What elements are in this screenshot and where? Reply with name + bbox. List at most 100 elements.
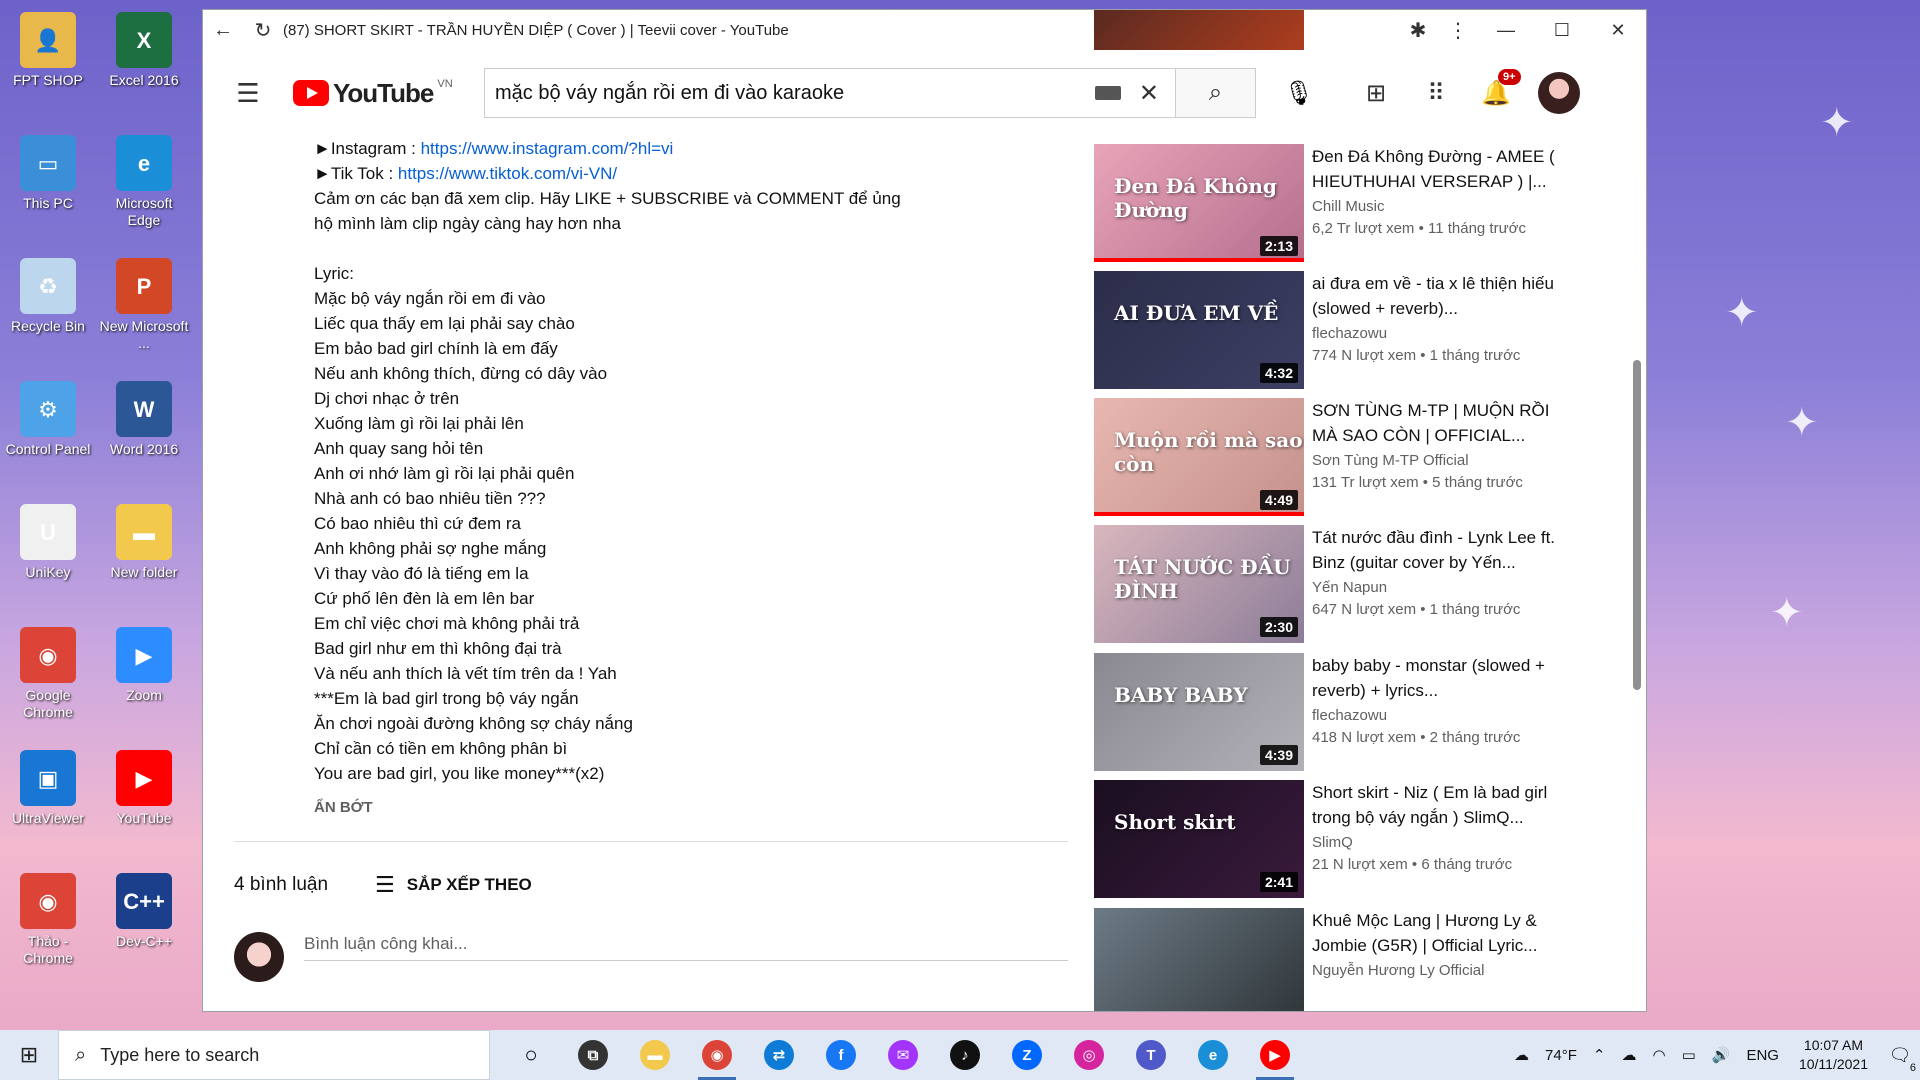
show-less-button[interactable]: ẨN BỚT — [314, 799, 373, 816]
desktop-icon[interactable]: ▬ New folder — [98, 504, 190, 581]
comment-input[interactable]: Bình luận công khai... — [304, 934, 1068, 961]
desktop-icon-label: FPT SHOP — [13, 72, 83, 88]
recommendation-item[interactable]: Khuê Mộc Lang | Hương Ly & Jombie (G5R) … — [1094, 908, 1564, 1011]
video-thumbnail[interactable]: TÁT NƯỚC ĐẦU ĐÌNH 2:30 — [1094, 525, 1304, 643]
lyric-line: Ăn chơi ngoài đường không sợ cháy nắng — [314, 714, 633, 733]
wifi-icon[interactable]: ◠ — [1652, 1046, 1665, 1064]
video-title[interactable]: Tát nước đầu đình - Lynk Lee ft. Binz (g… — [1312, 525, 1567, 575]
teams-taskbar-icon[interactable]: T — [1120, 1030, 1182, 1080]
instagram-link[interactable]: https://www.instagram.com/?hl=vi — [421, 139, 674, 158]
zalo-taskbar-icon[interactable]: Z — [996, 1030, 1058, 1080]
video-title[interactable]: Short skirt - Niz ( Em là bad girl trong… — [1312, 780, 1567, 830]
video-thumbnail[interactable]: Muộn rồi mà sao còn 4:49 — [1094, 398, 1304, 516]
cortana-icon[interactable]: ○ — [500, 1030, 562, 1080]
onedrive-icon[interactable]: ☁ — [1621, 1046, 1636, 1064]
teamviewer-taskbar-icon[interactable]: ⇄ — [748, 1030, 810, 1080]
recommendation-item[interactable]: Short skirt 2:41 Short skirt - Niz ( Em là… — [1094, 780, 1564, 900]
close-button[interactable]: ✕ — [1590, 10, 1646, 50]
search-query[interactable]: mặc bộ váy ngắn rồi em đi vào karaoke — [495, 82, 1095, 105]
video-thumbnail[interactable]: Short skirt 2:41 — [1094, 780, 1304, 898]
microphone-icon[interactable]: 🎙 — [1274, 68, 1324, 118]
scrollbar[interactable] — [1633, 360, 1641, 690]
recommendation-item[interactable]: Muộn rồi mà sao còn 4:49 SƠN TÙNG M-TP | M… — [1094, 398, 1564, 518]
notification-center-icon[interactable]: 🗨 6 — [1880, 1030, 1920, 1080]
video-meta: 131 Tr lượt xem • 5 tháng trước — [1312, 474, 1523, 491]
tiktok-taskbar-icon[interactable]: ♪ — [934, 1030, 996, 1080]
desktop-icon[interactable]: ♻ Recycle Bin — [2, 258, 94, 335]
facebook-taskbar-icon[interactable]: f — [810, 1030, 872, 1080]
video-title[interactable]: Đen Đá Không Đường - AMEE ( HIEUTHUHAI V… — [1312, 144, 1567, 194]
video-title[interactable]: ai đưa em về - tia x lê thiện hiếu (slow… — [1312, 271, 1567, 321]
task-view-taskbar-icon[interactable]: ⧉ — [562, 1030, 624, 1080]
desktop-icon[interactable]: 👤 FPT SHOP — [2, 12, 94, 89]
keyboard-icon[interactable] — [1094, 86, 1121, 100]
clock[interactable]: 10:07 AM 10/11/2021 — [1799, 1036, 1868, 1074]
zalo-icon: Z — [1012, 1040, 1042, 1070]
windows-start-icon[interactable]: ⊞ — [0, 1030, 58, 1080]
instagram-taskbar-icon[interactable]: ◎ — [1058, 1030, 1120, 1080]
channel-name[interactable]: flechazowu — [1312, 707, 1387, 724]
create-video-icon[interactable]: ⊞ — [1346, 79, 1406, 108]
video-title[interactable]: baby baby - monstar (slowed + reverb) + … — [1312, 653, 1567, 703]
star-decoration: ✦ — [1820, 101, 1854, 145]
video-title[interactable]: SƠN TÙNG M-TP | MUỘN RỒI MÀ SAO CÒN | OF… — [1312, 398, 1567, 448]
desktop-icon[interactable]: P New Microsoft ... — [98, 258, 190, 352]
recommendation-item[interactable]: TÁT NƯỚC ĐẦU ĐÌNH 2:30 Tát nước đầu đình -… — [1094, 525, 1564, 645]
desktop-icon[interactable]: ▭ This PC — [2, 135, 94, 212]
channel-name[interactable]: Sơn Tùng M-TP Official — [1312, 452, 1469, 469]
reload-icon[interactable]: ↻ — [243, 10, 283, 50]
tiktok-link[interactable]: https://www.tiktok.com/vi-VN/ — [398, 164, 617, 183]
desktop-icon[interactable]: ◉ Thảo - Chrome — [2, 873, 94, 967]
desktop-icon[interactable]: ▣ UltraViewer — [2, 750, 94, 827]
sort-by-button[interactable]: ☰ SẮP XẾP THEO — [375, 872, 532, 898]
apps-grid-icon[interactable]: ⠿ — [1406, 79, 1466, 108]
video-thumbnail[interactable]: BABY BABY 4:39 — [1094, 653, 1304, 771]
taskbar-search[interactable]: ⌕ Type here to search — [58, 1030, 490, 1080]
file-explorer-taskbar-icon[interactable]: ▬ — [624, 1030, 686, 1080]
hamburger-menu-icon[interactable]: ☰ — [223, 78, 273, 109]
desktop-icon[interactable]: ▶ YouTube — [98, 750, 190, 827]
notifications-bell-icon[interactable]: 🔔 9+ — [1466, 68, 1526, 108]
messenger-taskbar-icon[interactable]: ✉ — [872, 1030, 934, 1080]
edge-taskbar-icon[interactable]: e — [1182, 1030, 1244, 1080]
recommendation-item[interactable]: AI ĐƯA EM VỀ 4:32 ai đưa em về - tia x lê … — [1094, 271, 1564, 391]
desktop-icon[interactable]: U UniKey — [2, 504, 94, 581]
desktop-icon[interactable]: W Word 2016 — [98, 381, 190, 458]
volume-icon[interactable]: 🔊 — [1712, 1046, 1731, 1064]
devcpp-icon: C++ — [116, 873, 172, 929]
desktop-icon[interactable]: ▶ Zoom — [98, 627, 190, 704]
lyric-line: Vì thay vào đó là tiếng em la — [314, 564, 529, 583]
desktop-icon-label: Control Panel — [5, 441, 91, 457]
video-thumbnail[interactable] — [1094, 908, 1304, 1011]
video-title[interactable]: Khuê Mộc Lang | Hương Ly & Jombie (G5R) … — [1312, 908, 1567, 958]
recommendation-item[interactable]: Đen Đá Không Đường 2:13 Đen Đá Không Đường… — [1094, 144, 1564, 264]
chevron-up-icon[interactable]: ⌃ — [1593, 1046, 1606, 1064]
youtube-taskbar-icon[interactable]: ▶ — [1244, 1030, 1306, 1080]
desktop-icon[interactable]: e Microsoft Edge — [98, 135, 190, 229]
desktop-icon[interactable]: C++ Dev-C++ — [98, 873, 190, 950]
recommendation-item[interactable]: BABY BABY 4:39 baby baby - monstar (slowed… — [1094, 653, 1564, 773]
chrome-taskbar-icon[interactable]: ◉ — [686, 1030, 748, 1080]
weather-temp[interactable]: 74°F — [1545, 1047, 1577, 1064]
clear-search-icon[interactable]: ✕ — [1139, 79, 1159, 108]
file-explorer-icon: ▬ — [640, 1040, 670, 1070]
desktop-icon[interactable]: ⚙ Control Panel — [2, 381, 94, 458]
channel-name[interactable]: Yến Napun — [1312, 579, 1387, 596]
battery-icon[interactable]: ▭ — [1682, 1046, 1696, 1064]
channel-name[interactable]: Chill Music — [1312, 198, 1385, 215]
search-input[interactable]: mặc bộ váy ngắn rồi em đi vào karaoke ✕ — [484, 68, 1176, 118]
channel-name[interactable]: SlimQ — [1312, 834, 1353, 851]
desktop-icon[interactable]: X Excel 2016 — [98, 12, 190, 89]
lyric-line: Mặc bộ váy ngắn rồi em đi vào — [314, 289, 546, 308]
video-thumbnail[interactable]: Đen Đá Không Đường 2:13 — [1094, 144, 1304, 262]
video-thumbnail[interactable]: AI ĐƯA EM VỀ 4:32 — [1094, 271, 1304, 389]
channel-name[interactable]: flechazowu — [1312, 325, 1387, 342]
weather-icon[interactable]: ☁ — [1514, 1046, 1529, 1064]
back-arrow-icon[interactable]: ← — [203, 10, 243, 50]
desktop-icon[interactable]: ◉ Google Chrome — [2, 627, 94, 721]
avatar[interactable] — [1538, 72, 1580, 114]
channel-name[interactable]: Nguyễn Hương Ly Official — [1312, 962, 1484, 979]
search-button[interactable]: ⌕ — [1176, 68, 1256, 118]
youtube-logo[interactable]: YouTube VN — [293, 78, 463, 109]
language-indicator[interactable]: ENG — [1746, 1047, 1779, 1064]
